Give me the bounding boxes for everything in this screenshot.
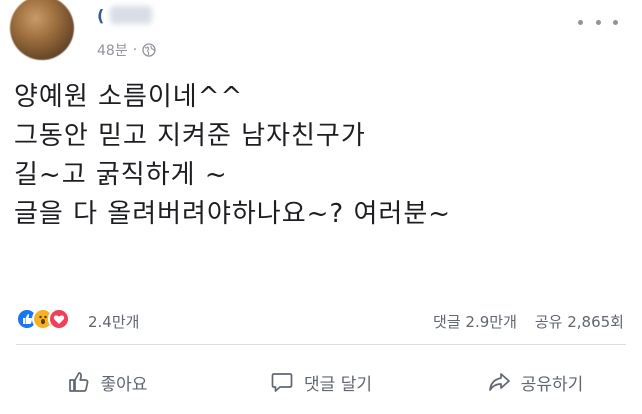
reactions-bar: 2.4만개 댓글 2.9만개 공유 2,865회 bbox=[0, 298, 642, 342]
like-button-label: 좋아요 bbox=[100, 374, 148, 395]
meta-separator: · bbox=[132, 42, 138, 58]
comment-button-label: 댓글 달기 bbox=[304, 374, 372, 395]
comment-count[interactable]: 댓글 2.9만개 bbox=[433, 311, 517, 332]
share-button-label: 공유하기 bbox=[520, 374, 584, 395]
post-meta: 48분 · bbox=[97, 40, 156, 60]
share-button[interactable]: 공유하기 bbox=[428, 352, 642, 412]
action-bar: 좋아요 댓글 달기 공유하기 bbox=[0, 352, 642, 412]
post-body: 양예원 소름이네^^ 그동안 믿고 지켜준 남자친구가 길~고 굵직하게 ~ 글… bbox=[14, 78, 634, 234]
like-button[interactable]: 좋아요 bbox=[0, 352, 214, 412]
more-dots-icon[interactable] bbox=[578, 14, 618, 30]
reaction-count[interactable]: 2.4만개 bbox=[88, 311, 139, 332]
post-text-line: 양예원 소름이네^^ bbox=[14, 82, 244, 112]
divider bbox=[16, 344, 626, 345]
comment-button[interactable]: 댓글 달기 bbox=[214, 352, 428, 412]
share-arrow-icon bbox=[488, 373, 510, 391]
post-text-line: 그동안 믿고 지켜준 남자친구가 bbox=[14, 121, 366, 151]
avatar[interactable] bbox=[10, 0, 74, 60]
reaction-icons[interactable] bbox=[16, 308, 76, 332]
thumbs-up-icon bbox=[68, 372, 88, 392]
post-time[interactable]: 48분 bbox=[97, 40, 128, 60]
post-header: ( 48분 · bbox=[0, 0, 642, 78]
post-text-line: 길~고 굵직하게 ~ bbox=[14, 160, 228, 190]
author-name[interactable]: ( bbox=[97, 6, 104, 25]
engagement-counts: 댓글 2.9만개 공유 2,865회 bbox=[433, 311, 624, 332]
share-count[interactable]: 공유 2,865회 bbox=[535, 311, 624, 332]
love-reaction-icon bbox=[48, 308, 70, 330]
comment-icon bbox=[271, 373, 293, 392]
author-name-blur bbox=[110, 6, 152, 24]
globe-icon[interactable] bbox=[142, 43, 156, 57]
post-text-line: 글을 다 올려버려야하나요~? 여러분~ bbox=[14, 199, 452, 229]
